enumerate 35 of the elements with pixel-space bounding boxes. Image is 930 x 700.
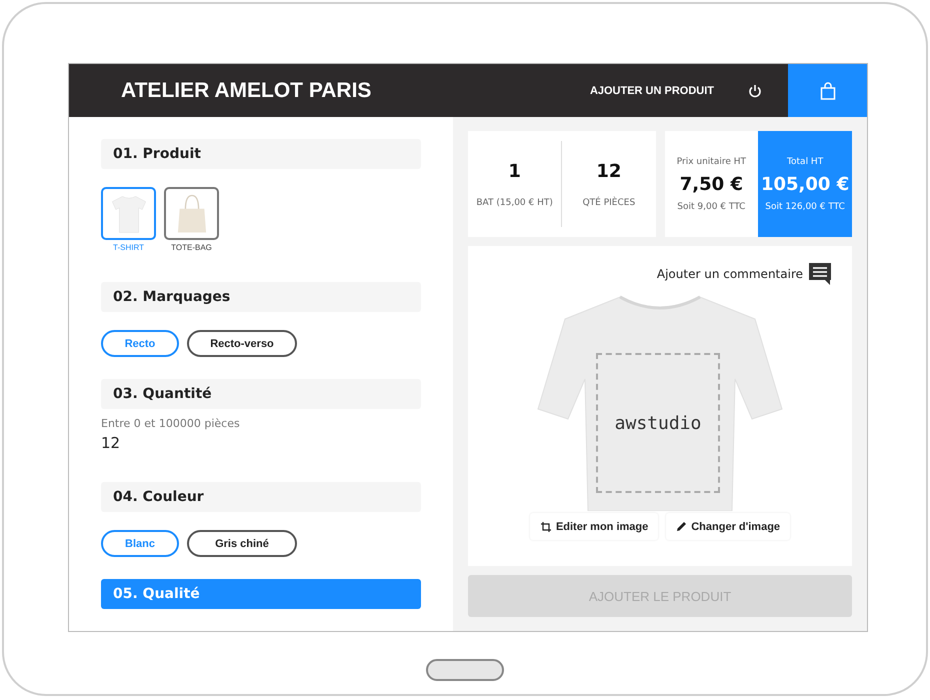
count-value: 1 bbox=[508, 160, 521, 182]
power-icon[interactable] bbox=[748, 84, 762, 98]
comment-link[interactable]: Ajouter un commentaire bbox=[656, 266, 803, 280]
product-thumbnail[interactable] bbox=[101, 187, 156, 240]
total-value: 105,00 € bbox=[760, 174, 850, 194]
count-label: BAT (15,00 € HT) bbox=[476, 198, 553, 208]
edit-image-button[interactable]: Editer mon image bbox=[530, 513, 658, 540]
total-label: Total HT bbox=[787, 156, 824, 166]
section-header[interactable]: 02. Marquages bbox=[101, 282, 421, 312]
total-ttc: Soit 126,00 € TTC bbox=[765, 202, 845, 212]
add-product-link[interactable]: AJOUTER UN PRODUIT bbox=[590, 84, 714, 96]
unit-price-value: 7,50 € bbox=[680, 174, 743, 194]
shopping-bag-icon bbox=[820, 82, 836, 100]
product-thumbnail[interactable] bbox=[164, 187, 219, 240]
quantity-hint: Entre 0 et 100000 pièces bbox=[101, 417, 241, 430]
option-button[interactable]: Recto-verso bbox=[187, 330, 297, 357]
product-label: TOTE-BAG bbox=[171, 243, 212, 252]
section-header[interactable]: 03. Quantité bbox=[101, 379, 421, 409]
section-header[interactable]: 04. Couleur bbox=[101, 482, 421, 512]
count-label: QTÉ PIÈCES bbox=[582, 198, 636, 208]
design-logo: awstudio bbox=[614, 412, 702, 434]
unit-price-ttc: Soit 9,00 € TTC bbox=[677, 202, 746, 212]
home-button[interactable] bbox=[426, 659, 504, 681]
unit-price-label: Prix unitaire HT bbox=[676, 156, 746, 166]
product-label: T-SHIRT bbox=[113, 243, 144, 252]
print-area[interactable]: awstudio bbox=[596, 353, 720, 493]
comment-icon[interactable] bbox=[808, 262, 832, 285]
change-image-button[interactable]: Changer d'image bbox=[666, 513, 790, 540]
crop-rotate-icon bbox=[540, 520, 552, 532]
count-value: 12 bbox=[596, 160, 622, 182]
section-header[interactable]: 01. Produit bbox=[101, 139, 421, 169]
brand-title: ATELIER AMELOT PARIS bbox=[121, 78, 372, 102]
pencil-icon bbox=[676, 521, 688, 532]
option-button[interactable]: Gris chiné bbox=[187, 530, 297, 557]
quantity-input[interactable]: 12 bbox=[101, 434, 421, 452]
